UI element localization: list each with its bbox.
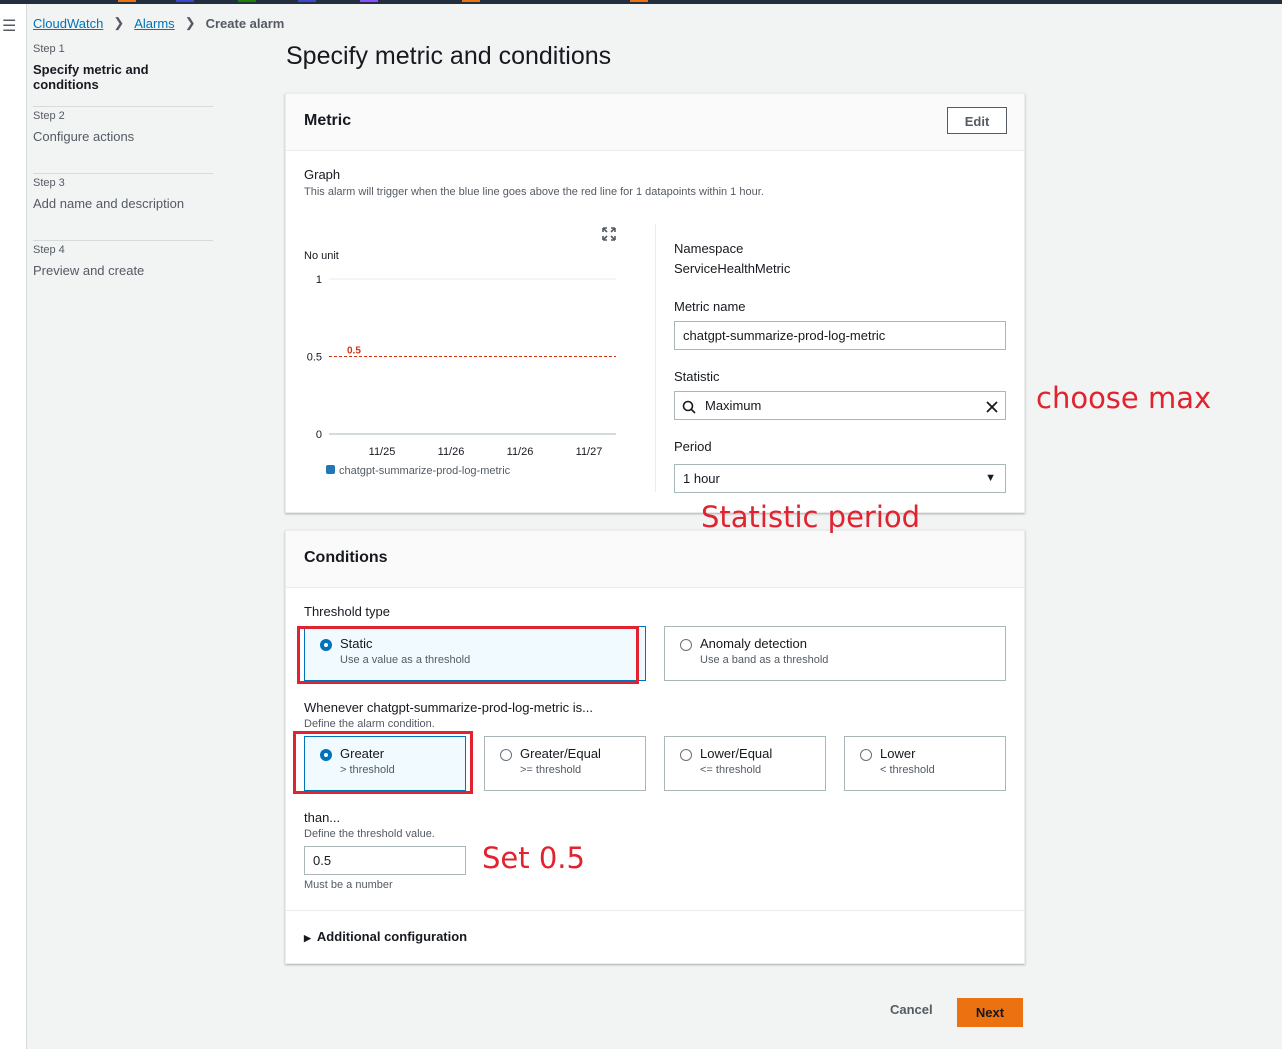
period-value: 1 hour (683, 471, 720, 486)
step-1[interactable]: Step 1 Specify metric and conditions (33, 40, 213, 107)
radio-unselected-icon (680, 749, 692, 761)
anomaly-option-desc: Use a band as a threshold (700, 654, 829, 666)
y-tick-label: 1 (316, 274, 322, 286)
annotation-set-value: Set 0.5 (482, 841, 585, 875)
y-tick-label: 0 (316, 429, 322, 441)
statistic-search-input[interactable]: Maximum (674, 391, 1006, 420)
namespace-label: Namespace (674, 241, 744, 256)
step-2[interactable]: Step 2 Configure actions (33, 107, 213, 174)
y-tick-label: 0.5 (307, 352, 322, 364)
additional-configuration-toggle[interactable]: ▶ Additional configuration (304, 929, 467, 944)
radio-unselected-icon (500, 749, 512, 761)
option-title: Lower/Equal (700, 746, 773, 761)
breadcrumb-cloudwatch[interactable]: CloudWatch (33, 16, 103, 31)
legend-label[interactable]: chatgpt-summarize-prod-log-metric (339, 465, 511, 477)
conditions-panel-title: Conditions (304, 549, 388, 566)
x-tick-label: 11/26 (507, 446, 534, 458)
step-number: Step 3 (33, 177, 65, 189)
caret-down-icon: ▼ (985, 472, 996, 484)
edit-button[interactable]: Edit (947, 107, 1007, 134)
step-label: Add name and description (33, 196, 185, 211)
than-label: than... (304, 810, 341, 825)
threshold-constraint-text: Must be a number (304, 879, 393, 891)
option-desc: <= threshold (700, 764, 762, 776)
page-title: Specify metric and conditions (286, 42, 612, 70)
breadcrumb-alarms[interactable]: Alarms (134, 16, 174, 31)
threshold-type-label: Threshold type (304, 604, 390, 619)
step-number: Step 1 (33, 43, 65, 55)
than-description: Define the threshold value. (304, 828, 435, 840)
graph-description: This alarm will trigger when the blue li… (304, 186, 764, 198)
step-label: Specify metric and conditions (33, 62, 149, 92)
lower-equal-option[interactable]: Lower/Equal <= threshold (664, 736, 826, 791)
expand-icon[interactable] (602, 227, 616, 241)
divider (286, 910, 1024, 911)
legend-swatch (326, 465, 335, 474)
anomaly-option-title: Anomaly detection (700, 636, 807, 651)
step-label: Preview and create (33, 263, 145, 278)
clear-icon[interactable] (985, 392, 999, 419)
side-nav-rail: ☰ (0, 4, 27, 1049)
x-tick-label: 11/25 (369, 446, 396, 458)
wizard-steps: Step 1 Specify metric and conditions Ste… (33, 40, 213, 308)
threshold-label: 0.5 (347, 346, 361, 357)
step-number: Step 2 (33, 110, 65, 122)
period-label: Period (674, 439, 712, 454)
search-icon (682, 392, 696, 419)
period-select[interactable]: 1 hour ▼ (674, 464, 1006, 493)
caret-right-icon: ▶ (304, 933, 311, 943)
additional-configuration-label: Additional configuration (316, 929, 468, 944)
metric-panel-title: Metric (304, 112, 352, 129)
x-tick-label: 11/27 (576, 446, 603, 458)
cancel-button[interactable]: Cancel (890, 1002, 933, 1017)
metric-panel: Metric Edit Graph This alarm will trigge… (285, 93, 1025, 513)
breadcrumb: CloudWatch ❯ Alarms ❯ Create alarm (33, 15, 284, 31)
chevron-right-icon: ❯ (184, 15, 196, 30)
next-button[interactable]: Next (957, 998, 1023, 1027)
option-title: Lower (880, 746, 916, 761)
metric-name-label: Metric name (674, 299, 746, 314)
lower-option[interactable]: Lower < threshold (844, 736, 1006, 791)
metric-chart: No unit 1 0.5 0 11/25 11/26 11/26 11/27 0.5 c… (304, 250, 616, 477)
y-axis-unit-label: No unit (304, 250, 339, 262)
step-4[interactable]: Step 4 Preview and create (33, 241, 213, 308)
chevron-right-icon: ❯ (113, 15, 125, 30)
annotation-box-greater (293, 731, 473, 794)
greater-equal-option[interactable]: Greater/Equal >= threshold (484, 736, 646, 791)
radio-unselected-icon (860, 749, 872, 761)
breadcrumb-current: Create alarm (205, 15, 285, 31)
x-tick-label: 11/26 (438, 446, 465, 458)
metric-name-field[interactable]: chatgpt-summarize-prod-log-metric (674, 321, 1006, 350)
statistic-value: Maximum (705, 398, 762, 413)
graph-title: Graph (304, 167, 341, 182)
step-3[interactable]: Step 3 Add name and description (33, 174, 213, 241)
conditions-panel-header: Conditions (286, 531, 1024, 588)
anomaly-detection-option[interactable]: Anomaly detection Use a band as a thresh… (664, 626, 1006, 681)
metric-panel-header: Metric Edit (286, 94, 1024, 151)
step-label: Configure actions (33, 129, 135, 144)
divider (655, 224, 656, 492)
threshold-value-input[interactable]: 0.5 (304, 846, 466, 875)
annotation-choose-max: choose max (1036, 381, 1212, 415)
namespace-value: ServiceHealthMetric (674, 261, 791, 276)
whenever-label: Whenever chatgpt-summarize-prod-log-metr… (304, 700, 593, 715)
statistic-label: Statistic (674, 369, 720, 384)
radio-unselected-icon (680, 639, 692, 651)
option-title: Greater/Equal (520, 746, 601, 761)
option-desc: >= threshold (520, 764, 582, 776)
menu-icon[interactable]: ☰ (2, 16, 16, 36)
option-desc: < threshold (880, 764, 935, 776)
top-bar (0, 0, 1282, 4)
annotation-statistic-period: Statistic period (701, 500, 921, 534)
annotation-box-static (297, 626, 639, 684)
step-number: Step 4 (33, 244, 65, 256)
whenever-description: Define the alarm condition. (304, 718, 435, 730)
